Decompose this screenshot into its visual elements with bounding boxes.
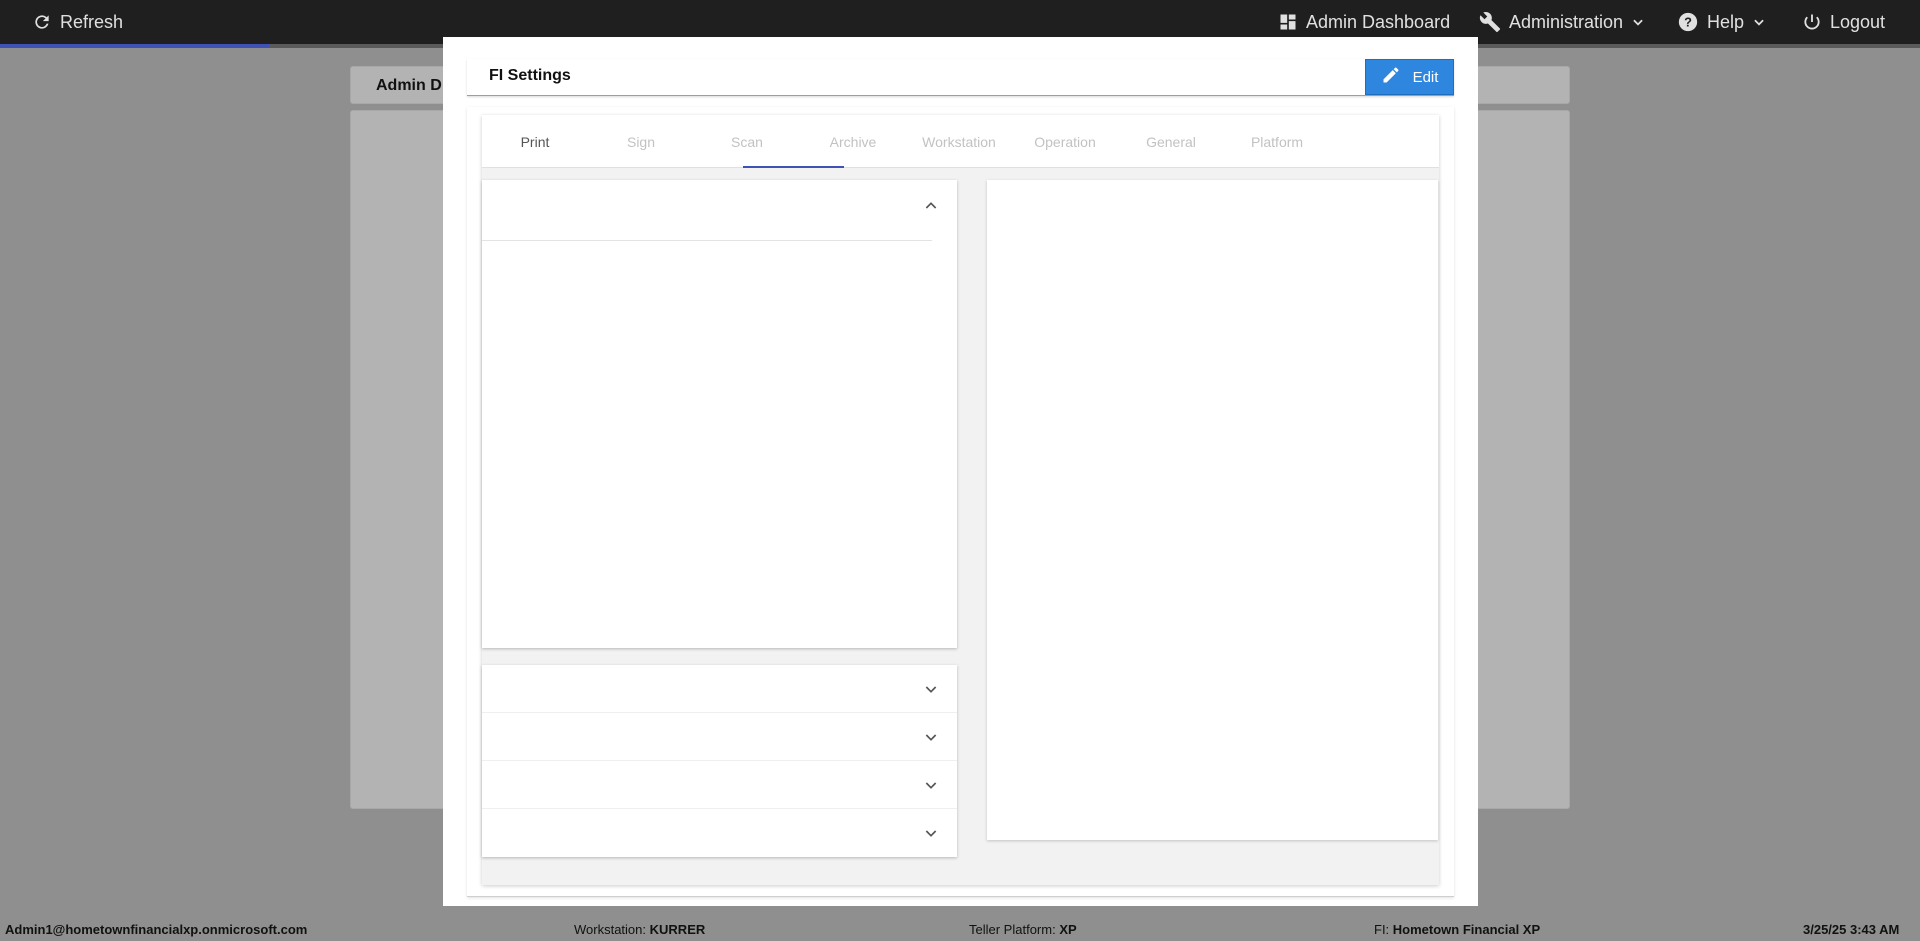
settings-tab-bar: Print Sign Scan Archive Workstation Oper… [482, 115, 1439, 168]
platform-label: Teller Platform: [969, 922, 1056, 937]
logout-label: Logout [1830, 11, 1886, 32]
tab-operation[interactable]: Operation [1012, 115, 1118, 168]
help-label: Help [1707, 11, 1745, 32]
edit-label: Edit [1412, 68, 1439, 86]
help-menu[interactable]: ? Help [1677, 0, 1766, 44]
collapsed-sections-group [482, 665, 957, 857]
dialog-title: FI Settings [489, 67, 571, 84]
chevron-down-icon [1752, 15, 1766, 29]
datetime-value: 3/25/25 3:43 AM [1803, 922, 1900, 937]
administration-menu[interactable]: Administration [1479, 0, 1645, 44]
chevron-down-icon [925, 686, 937, 693]
status-workstation: Workstation: KURRER [574, 922, 705, 937]
platform-value: XP [1059, 922, 1077, 937]
chevron-down-icon [1631, 15, 1645, 29]
collapsed-section-1[interactable] [482, 665, 957, 713]
loading-progress-fill [0, 44, 269, 48]
section-divider [482, 240, 932, 241]
tab-print[interactable]: Print [482, 115, 588, 168]
settings-tabs-panel: Print Sign Scan Archive Workstation Oper… [482, 115, 1439, 885]
dashboard-icon [1278, 12, 1298, 32]
collapsed-section-4[interactable] [482, 809, 957, 857]
edit-button[interactable]: Edit [1365, 59, 1454, 95]
chevron-down-icon [925, 734, 937, 741]
power-icon [1802, 12, 1822, 32]
status-fi: FI: Hometown Financial XP [1374, 922, 1540, 937]
tab-archive[interactable]: Archive [800, 115, 906, 168]
status-user: Admin1@hometownfinancialxp.onmicrosoft.c… [5, 922, 307, 937]
background-page-title: Admin D [376, 77, 442, 94]
settings-detail-panel [987, 180, 1438, 840]
wrench-icon [1479, 11, 1501, 33]
fi-label: FI: [1374, 922, 1390, 937]
svg-text:?: ? [1684, 15, 1692, 30]
pencil-icon [1381, 65, 1401, 89]
chevron-down-icon [925, 782, 937, 789]
dialog-header: FI Settings Edit [467, 59, 1454, 96]
tab-workstation[interactable]: Workstation [906, 115, 1012, 168]
administration-label: Administration [1509, 11, 1624, 32]
status-bar: Admin1@hometownfinancialxp.onmicrosoft.c… [0, 918, 1920, 941]
expanded-section-card [482, 180, 957, 648]
tab-sign[interactable]: Sign [588, 115, 694, 168]
workstation-value: KURRER [649, 922, 706, 937]
fi-value: Hometown Financial XP [1392, 922, 1541, 937]
logout-button[interactable]: Logout [1802, 0, 1885, 44]
status-platform: Teller Platform: XP [969, 922, 1077, 937]
fi-settings-dialog: FI Settings Edit Print Sign Scan Archive… [443, 37, 1478, 906]
tab-scan[interactable]: Scan [694, 115, 800, 168]
refresh-label: Refresh [60, 11, 124, 32]
refresh-icon [32, 12, 52, 32]
refresh-button[interactable]: Refresh [32, 0, 123, 44]
user-email: Admin1@hometownfinancialxp.onmicrosoft.c… [5, 922, 308, 937]
active-tab-indicator [743, 166, 844, 168]
collapsed-section-2[interactable] [482, 713, 957, 761]
tab-general[interactable]: General [1118, 115, 1224, 168]
chevron-up-icon[interactable] [923, 198, 939, 219]
chevron-down-icon [925, 830, 937, 837]
collapsed-section-3[interactable] [482, 761, 957, 809]
admin-dashboard-label: Admin Dashboard [1306, 11, 1451, 32]
help-icon: ? [1677, 11, 1699, 33]
status-datetime: 3/25/25 3:43 AM [1803, 922, 1899, 937]
tab-platform[interactable]: Platform [1224, 115, 1330, 168]
workstation-label: Workstation: [574, 922, 647, 937]
